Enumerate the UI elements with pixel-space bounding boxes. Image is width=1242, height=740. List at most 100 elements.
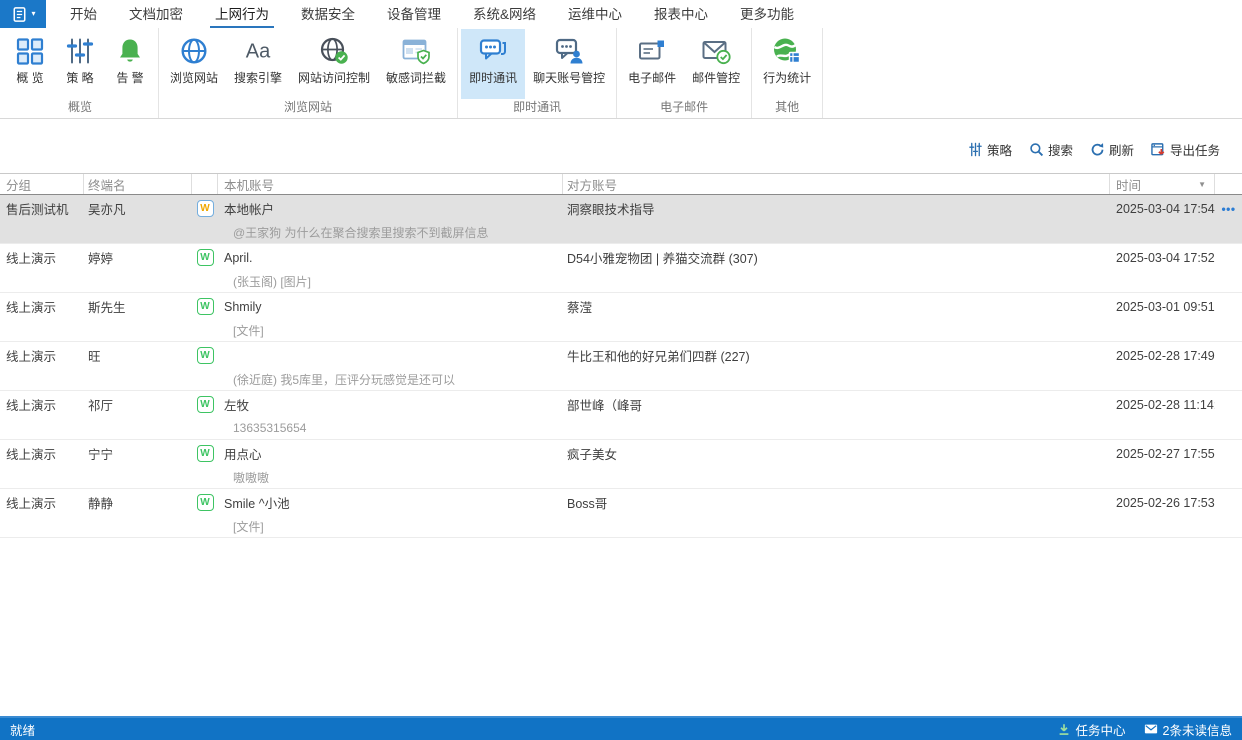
- ribbon-button-2-0[interactable]: 即时通讯: [461, 29, 525, 99]
- ribbon-group-2: 即时通讯聊天账号管控即时通讯: [458, 28, 617, 118]
- table-row[interactable]: 线上演示静静WSmile ^小池Boss哥2025-02-26 17:53:00…: [0, 489, 1242, 538]
- table-row[interactable]: 线上演示斯先生WShmily蔡滢2025-03-01 09:51:00[文件]: [0, 293, 1242, 342]
- im-records-table: 分组 终端名 本机账号对方账号 时间▼ 售后测试机吴亦凡W本地帐户洞察眼技术指导202…: [0, 173, 1242, 538]
- column-header-4[interactable]: 对方账号: [563, 174, 1110, 194]
- ribbon-button-1-1[interactable]: Aa搜索引擎: [226, 29, 290, 99]
- menu-tab-7[interactable]: 报表中心: [649, 0, 713, 28]
- message-preview: (徐近庭) 我5库里，压评分玩感觉是还可以: [233, 371, 455, 388]
- row-actions-button[interactable]: •••: [1215, 196, 1242, 221]
- list-toolbar: 策略搜索刷新 导出任务: [0, 119, 1242, 162]
- cell-terminal-name: 吴亦凡: [84, 196, 192, 221]
- unread-mail-icon: [1144, 722, 1158, 736]
- column-header-5[interactable]: 时间▼: [1110, 174, 1215, 194]
- row-actions-button: [1215, 245, 1242, 270]
- menu-tab-6[interactable]: 运维中心: [563, 0, 627, 28]
- ribbon-group-label: 即时通讯: [461, 99, 613, 118]
- column-header-label: 对方账号: [567, 175, 617, 194]
- search-icon: [1029, 142, 1044, 157]
- table-row[interactable]: 线上演示宁宁W用点心疯子美女2025-02-27 17:55:00嗷嗷嗷: [0, 440, 1242, 489]
- column-header-2[interactable]: [192, 174, 218, 194]
- ribbon-group-label: 浏览网站: [162, 99, 454, 118]
- filter-caret-icon[interactable]: ▼: [1198, 180, 1214, 189]
- ribbon-button-label: 告 警: [116, 69, 143, 86]
- ribbon-button-3-1[interactable]: 邮件管控: [684, 29, 748, 99]
- ribbon-button-0-2[interactable]: 告 警: [105, 29, 155, 99]
- email-shield-icon: [701, 35, 731, 66]
- column-header-label: 分组: [6, 175, 31, 194]
- column-header-3[interactable]: 本机账号: [218, 174, 563, 194]
- menu-tab-0[interactable]: 开始: [65, 0, 102, 28]
- cell-local-account: Smile ^小池: [218, 490, 563, 515]
- cell-local-account: April.: [218, 245, 563, 270]
- caret-down-icon: ▾: [31, 10, 35, 18]
- message-preview: [文件]: [233, 322, 264, 339]
- menu-tab-8[interactable]: 更多功能: [735, 0, 799, 28]
- wechat-badge-icon: W: [197, 249, 214, 266]
- ribbon-button-3-0[interactable]: 电子邮件: [620, 29, 684, 99]
- ribbon-group-1: 浏览网站Aa搜索引擎网站访问控制敏感词拦截浏览网站: [159, 28, 458, 118]
- cell-group: 售后测试机: [0, 196, 84, 221]
- cell-terminal-name: 斯先生: [84, 294, 192, 319]
- status-bar: 就绪 任务中心2条未读信息: [0, 716, 1242, 740]
- message-preview: @王家狗 为什么在聚合搜索里搜索不到截屏信息: [233, 224, 489, 241]
- menu-tab-1[interactable]: 文档加密: [124, 0, 188, 28]
- ribbon-button-label: 电子邮件: [628, 69, 676, 86]
- menu-tab-2[interactable]: 上网行为: [210, 0, 274, 28]
- policy-sliders-icon: [65, 35, 95, 66]
- toolbar-refresh-button[interactable]: 刷新: [1090, 138, 1134, 160]
- wechat-icon: W: [192, 392, 218, 417]
- column-header-1[interactable]: 终端名: [84, 174, 192, 194]
- column-header-6[interactable]: [1215, 174, 1242, 194]
- row-actions-button: [1215, 392, 1242, 417]
- wechat-badge-icon: W: [197, 298, 214, 315]
- chat-bubbles-icon: [478, 35, 508, 66]
- cell-terminal-name: 婷婷: [84, 245, 192, 270]
- task-center-button[interactable]: 任务中心: [1057, 720, 1126, 739]
- menu-tab-5[interactable]: 系统&网络: [468, 0, 541, 28]
- ribbon-group-4: 行为统计其他: [752, 28, 823, 118]
- ribbon-button-1-2[interactable]: 网站访问控制: [290, 29, 378, 99]
- message-preview: (张玉阁) [图片]: [233, 273, 311, 290]
- table-row[interactable]: 线上演示祁厅W左牧部世峰（峰哥2025-02-28 11:14:00136353…: [0, 391, 1242, 440]
- toolbar-policy-button[interactable]: 策略: [968, 138, 1012, 160]
- ribbon-button-0-0[interactable]: 概 览: [5, 29, 55, 99]
- message-preview: 嗷嗷嗷: [233, 469, 269, 486]
- wechat-icon: W: [192, 196, 218, 221]
- unread-messages-button[interactable]: 2条未读信息: [1144, 720, 1232, 739]
- ribbon-button-2-1[interactable]: 聊天账号管控: [525, 29, 613, 99]
- column-header-0[interactable]: 分组: [0, 174, 84, 194]
- cell-local-account: Shmily: [218, 294, 563, 319]
- toolbar-button-label: 策略: [987, 140, 1012, 159]
- ribbon-button-1-0[interactable]: 浏览网站: [162, 29, 226, 99]
- ribbon-button-0-1[interactable]: 策 略: [55, 29, 105, 99]
- ribbon-button-label: 邮件管控: [692, 69, 740, 86]
- cell-time: 2025-03-04 17:54:17: [1110, 196, 1215, 221]
- search-engine-aa-icon: Aa: [243, 35, 273, 66]
- menu-tab-4[interactable]: 设备管理: [382, 0, 446, 28]
- export-icon: [1151, 142, 1166, 157]
- app-menu-button[interactable]: ▾: [0, 0, 46, 28]
- ribbon-group-0: 概 览策 略告 警概览: [2, 28, 159, 118]
- cell-time: 2025-03-04 17:52:00: [1110, 245, 1215, 270]
- app-menu-icon: [10, 5, 29, 24]
- toolbar-button-label: 导出任务: [1170, 140, 1220, 159]
- table-row[interactable]: 线上演示旺W牛比王和他的好兄弟们四群 (227)2025-02-28 17:49…: [0, 342, 1242, 391]
- ribbon-button-label: 敏感词拦截: [386, 69, 446, 86]
- table-row[interactable]: 售后测试机吴亦凡W本地帐户洞察眼技术指导2025-03-04 17:54:17•…: [0, 195, 1242, 244]
- overview-grid-icon: [15, 35, 45, 66]
- ribbon-group-label: 电子邮件: [620, 99, 748, 118]
- row-actions-button: [1215, 490, 1242, 515]
- cell-group: 线上演示: [0, 490, 84, 515]
- menu-tab-3[interactable]: 数据安全: [296, 0, 360, 28]
- table-row[interactable]: 线上演示婷婷WApril.D54小雅宠物团 | 养猫交流群 (307)2025-…: [0, 244, 1242, 293]
- ribbon-button-4-0[interactable]: 行为统计: [755, 29, 819, 99]
- row-actions-button: [1215, 441, 1242, 466]
- toolbar-export-tasks-button[interactable]: 导出任务: [1151, 138, 1220, 160]
- message-preview: [文件]: [233, 518, 264, 535]
- status-item-label: 任务中心: [1076, 720, 1126, 739]
- ribbon-button-1-3[interactable]: 敏感词拦截: [378, 29, 454, 99]
- ribbon-button-label: 策 略: [66, 69, 93, 86]
- ribbon-button-label: 网站访问控制: [298, 69, 370, 86]
- toolbar-search-button[interactable]: 搜索: [1029, 138, 1073, 160]
- table-header: 分组 终端名 本机账号对方账号 时间▼: [0, 173, 1242, 195]
